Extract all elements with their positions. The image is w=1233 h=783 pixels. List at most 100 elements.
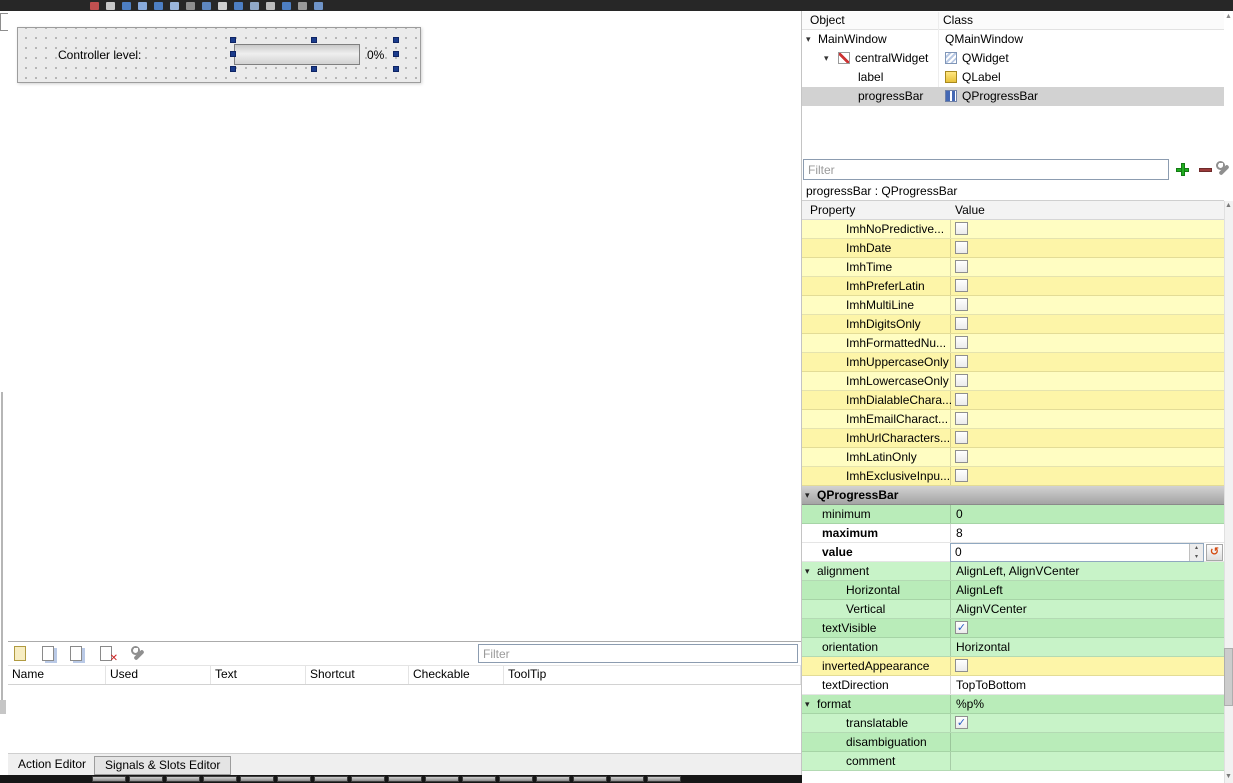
undo-icon[interactable] [170, 1, 179, 10]
taskbar-window[interactable] [277, 776, 311, 782]
paste-action-icon[interactable] [68, 645, 86, 664]
property-row[interactable]: ImhDate [802, 239, 1224, 258]
checkbox-unchecked[interactable] [955, 374, 968, 387]
property-row[interactable]: disambiguation [802, 733, 1224, 752]
property-row[interactable]: ▾ format %p% [802, 695, 1224, 714]
expander-icon[interactable]: ▾ [805, 695, 810, 713]
checkbox-unchecked[interactable] [955, 317, 968, 330]
property-row[interactable]: ▾ alignment AlignLeft, AlignVCenter [802, 562, 1224, 581]
spin-up-icon[interactable]: ▴ [1190, 544, 1203, 553]
property-row[interactable]: ImhDigitsOnly [802, 315, 1224, 334]
object-row[interactable]: progressBar QProgressBar [802, 87, 1224, 106]
remove-dynamic-property-icon[interactable] [1197, 161, 1215, 179]
configure-property-editor-icon[interactable] [1215, 160, 1233, 178]
object-row[interactable]: ▾ centralWidget QWidget [802, 49, 1224, 68]
selection-handle[interactable] [230, 51, 236, 57]
taskbar-window[interactable] [499, 776, 533, 782]
property-row[interactable]: maximum 8 [802, 524, 1224, 543]
property-row[interactable]: Horizontal AlignLeft [802, 581, 1224, 600]
expander-icon[interactable]: ▾ [805, 562, 810, 580]
expander-icon[interactable]: ▾ [824, 49, 829, 68]
add-dynamic-property-icon[interactable] [1174, 161, 1192, 179]
checkbox-unchecked[interactable] [955, 469, 968, 482]
property-scrollbar-thumb[interactable] [1224, 648, 1233, 706]
adjust-size-icon[interactable] [314, 1, 323, 10]
edit-widgets-icon[interactable] [90, 1, 99, 10]
property-row[interactable]: ImhEmailCharact... [802, 410, 1224, 429]
expander-icon[interactable]: ▾ [806, 30, 811, 49]
layout-horizontal-icon[interactable] [202, 1, 211, 10]
property-row[interactable]: orientation Horizontal [802, 638, 1224, 657]
property-filter-input[interactable] [803, 159, 1169, 180]
selection-handle[interactable] [393, 51, 399, 57]
taskbar-window[interactable] [240, 776, 274, 782]
taskbar-window[interactable] [129, 776, 163, 782]
property-row[interactable]: value 0 ▴ ▾ ↺ [802, 543, 1224, 562]
taskbar-window[interactable] [92, 776, 126, 782]
property-row[interactable]: textVisible ✓ [802, 619, 1224, 638]
paste-icon[interactable] [154, 1, 163, 10]
layout-splitter-horizontal-icon[interactable] [234, 1, 243, 10]
cut-icon[interactable] [122, 1, 131, 10]
taskbar-window[interactable] [647, 776, 681, 782]
left-scrollbar[interactable] [1, 392, 3, 712]
object-row[interactable]: ▾ MainWindow QMainWindow [802, 30, 1224, 49]
checkbox-unchecked[interactable] [955, 241, 968, 254]
tab-action-editor[interactable]: Action Editor [8, 754, 97, 775]
checkbox-checked[interactable]: ✓ [955, 621, 968, 634]
property-row[interactable]: ImhDialableChara... [802, 391, 1224, 410]
checkbox-unchecked[interactable] [955, 260, 968, 273]
property-row[interactable]: comment [802, 752, 1224, 771]
redo-icon[interactable] [186, 1, 195, 10]
property-row[interactable]: ImhExclusiveInpu... [802, 467, 1224, 486]
taskbar-window[interactable] [351, 776, 385, 782]
property-row[interactable]: ImhMultiLine [802, 296, 1224, 315]
scroll-up-icon[interactable]: ▲ [1225, 13, 1232, 20]
expander-icon[interactable]: ▾ [805, 486, 810, 504]
taskbar-window[interactable] [166, 776, 200, 782]
taskbar-window[interactable] [314, 776, 348, 782]
checkbox-unchecked[interactable] [955, 431, 968, 444]
checkbox-unchecked[interactable] [955, 279, 968, 292]
property-row[interactable]: ImhNoPredictive... [802, 220, 1224, 239]
property-row[interactable]: translatable ✓ [802, 714, 1224, 733]
taskbar-window[interactable] [610, 776, 644, 782]
property-row[interactable]: Vertical AlignVCenter [802, 600, 1224, 619]
property-row[interactable]: ImhLatinOnly [802, 448, 1224, 467]
selection-handle[interactable] [230, 37, 236, 43]
property-row[interactable]: invertedAppearance [802, 657, 1224, 676]
property-row[interactable]: textDirection TopToBottom [802, 676, 1224, 695]
configure-action-editor-icon[interactable] [130, 645, 148, 664]
layout-grid-icon[interactable] [282, 1, 291, 10]
form-label-widget[interactable]: Controller level: [58, 47, 141, 63]
selection-handle[interactable] [230, 66, 236, 72]
progressbar-widget[interactable] [234, 44, 360, 65]
copy-action-icon[interactable] [40, 645, 58, 664]
save-icon[interactable] [106, 1, 115, 10]
selection-handle[interactable] [393, 37, 399, 43]
checkbox-unchecked[interactable] [955, 336, 968, 349]
selection-handle[interactable] [393, 66, 399, 72]
reset-property-button[interactable]: ↺ [1206, 544, 1223, 561]
checkbox-unchecked[interactable] [955, 659, 968, 672]
property-row[interactable]: ▾ QProgressBar [802, 486, 1224, 505]
checkbox-unchecked[interactable] [955, 298, 968, 311]
checkbox-unchecked[interactable] [955, 393, 968, 406]
property-row[interactable]: ImhUppercaseOnly [802, 353, 1224, 372]
layout-splitter-vertical-icon[interactable] [250, 1, 259, 10]
new-action-icon[interactable] [12, 645, 30, 664]
checkbox-unchecked[interactable] [955, 412, 968, 425]
property-row[interactable]: minimum 0 [802, 505, 1224, 524]
action-editor-body[interactable] [8, 685, 801, 753]
taskbar-window[interactable] [462, 776, 496, 782]
left-resize-grip[interactable] [0, 700, 6, 714]
object-row[interactable]: label QLabel [802, 68, 1224, 87]
value-spinbox[interactable]: 0 ▴ ▾ [950, 543, 1204, 562]
property-row[interactable]: ImhPreferLatin [802, 277, 1224, 296]
property-row[interactable]: ImhLowercaseOnly [802, 372, 1224, 391]
selection-handle[interactable] [311, 37, 317, 43]
checkbox-unchecked[interactable] [955, 355, 968, 368]
layout-vertical-icon[interactable] [218, 1, 227, 10]
scroll-down-icon[interactable]: ▼ [1224, 772, 1233, 782]
form-editor-canvas[interactable] [8, 11, 801, 641]
